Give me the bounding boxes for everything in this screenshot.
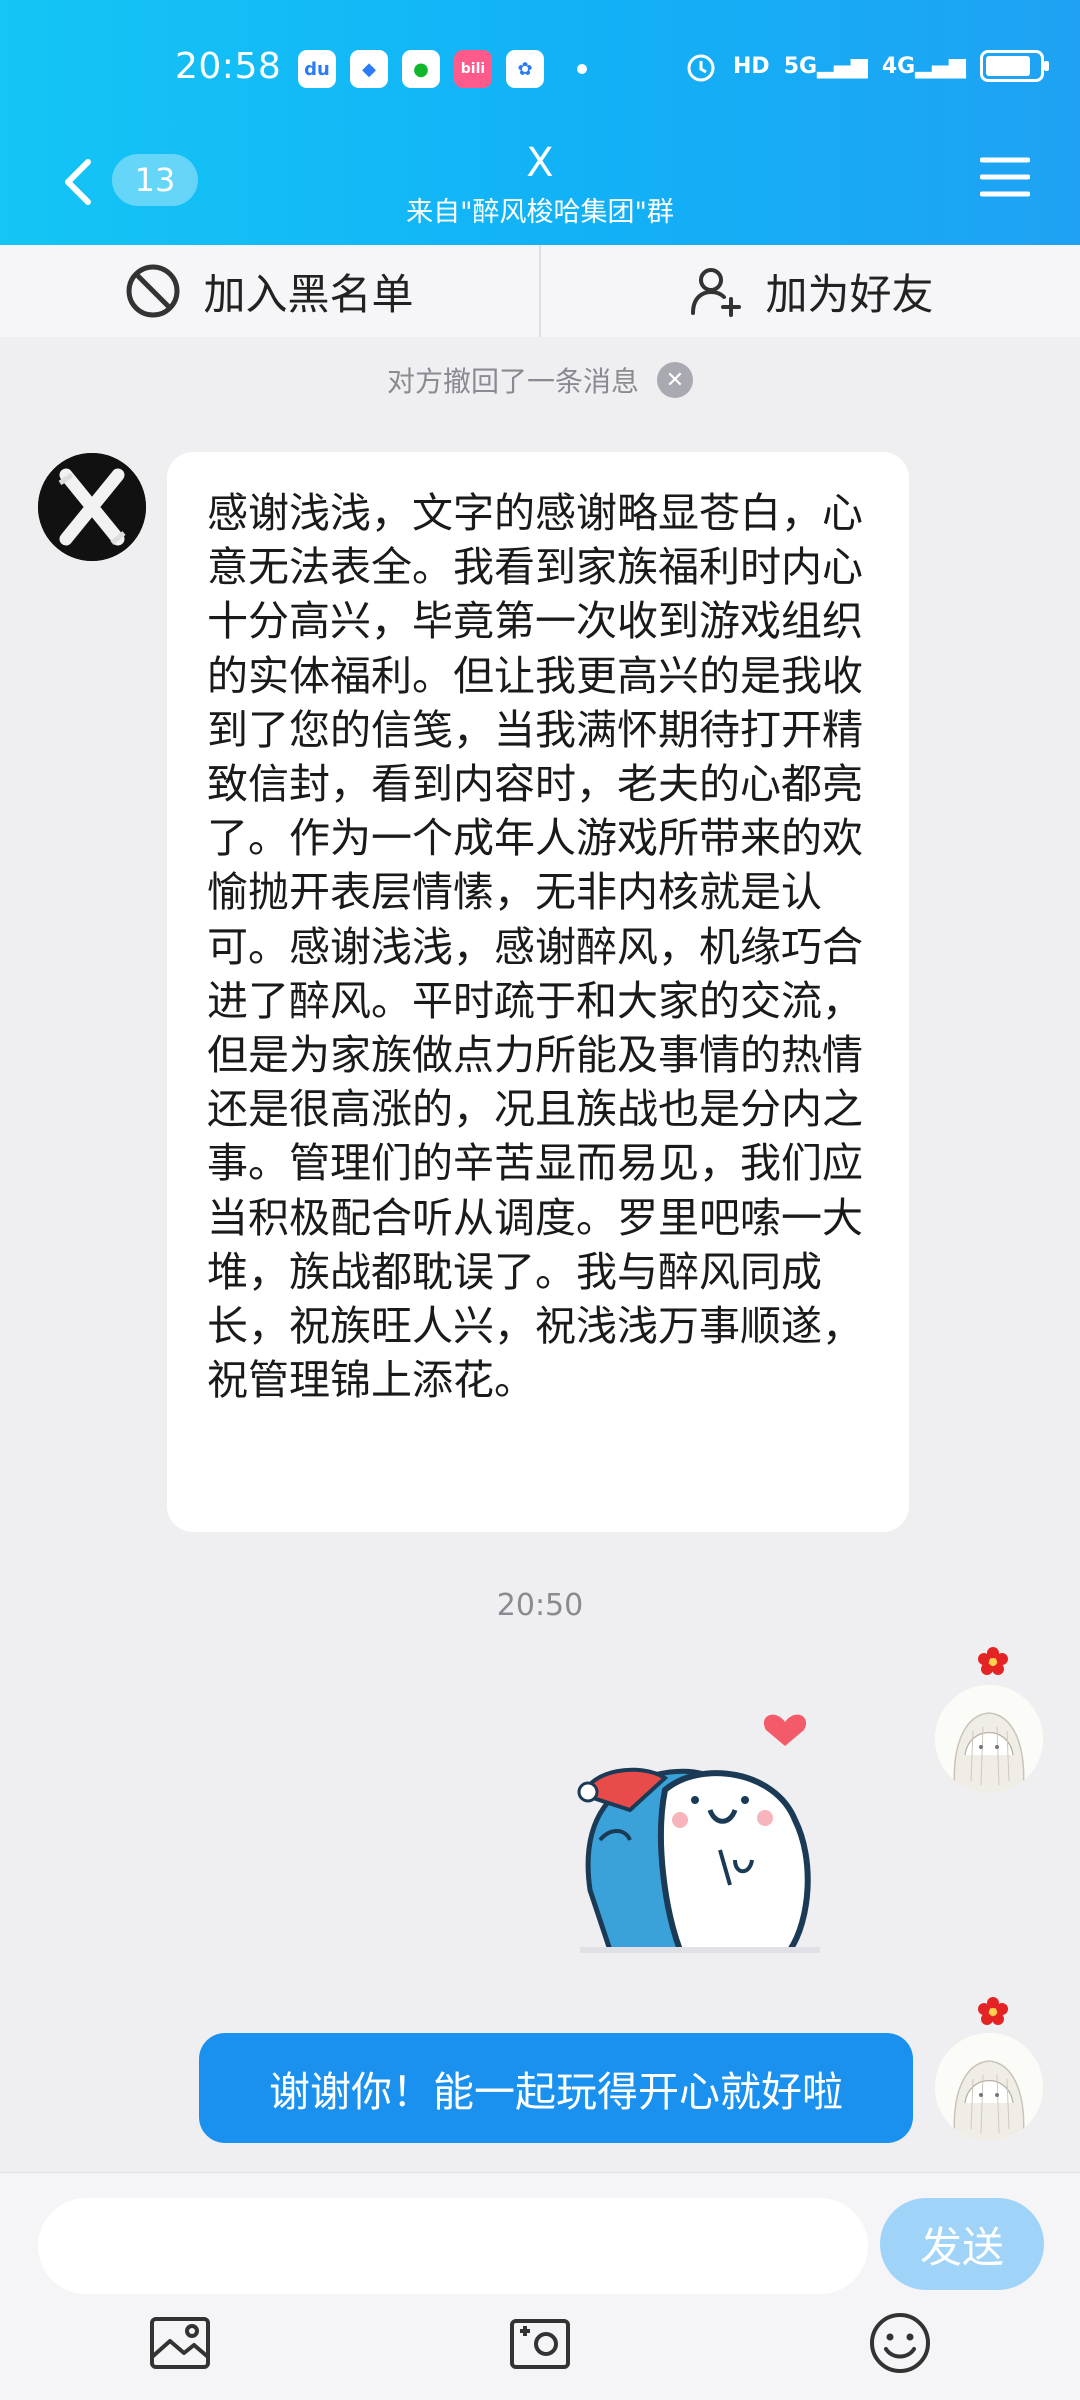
4g-label: 4G	[881, 53, 916, 79]
input-bar: 发送	[0, 2172, 1080, 2400]
my-avatar[interactable]	[935, 2033, 1043, 2141]
add-user-icon	[691, 268, 742, 317]
system-icons: HD 5G ▂▄▆ 4G ▂▄▆	[683, 48, 1049, 84]
baidu-icon: du	[298, 50, 336, 88]
recall-text: 对方撤回了一条消息	[386, 365, 639, 398]
4g-signal-icon: 4G ▂▄▆	[881, 53, 966, 79]
android-icon: ◆	[350, 50, 388, 88]
close-icon[interactable]: ✕	[657, 362, 693, 398]
outgoing-message-text: 谢谢你！能一起玩得开心就好啦	[269, 2068, 843, 2116]
chat-title: X	[526, 140, 554, 186]
notification-icons: du ◆ ● bili ✿	[298, 50, 544, 88]
bilibili-icon: bili	[454, 50, 492, 88]
battery-icon	[979, 50, 1049, 82]
camera-icon[interactable]	[508, 2311, 572, 2375]
message-input[interactable]	[38, 2198, 868, 2294]
sender-avatar[interactable]	[38, 453, 146, 561]
block-icon	[126, 264, 180, 318]
stranger-action-bar: 加入黑名单 加为好友	[0, 245, 1080, 337]
outgoing-message-bubble[interactable]: 谢谢你！能一起玩得开心就好啦	[199, 2033, 913, 2143]
blacklist-button[interactable]: 加入黑名单	[0, 245, 539, 337]
status-time: 20:58	[175, 46, 282, 87]
anime-girl-avatar-icon	[935, 1685, 1043, 1793]
send-button[interactable]: 发送	[880, 2198, 1044, 2290]
5g-signal-icon: 5G ▂▄▆	[783, 53, 868, 79]
anime-girl-avatar-icon	[935, 2033, 1043, 2141]
blacklist-label: 加入黑名单	[203, 269, 414, 319]
add-friend-label: 加为好友	[765, 269, 934, 319]
flower-decoration-icon	[978, 1997, 1008, 2025]
add-friend-button[interactable]: 加为好友	[539, 245, 1080, 337]
flower-decoration-icon	[978, 1647, 1008, 1675]
menu-icon[interactable]	[980, 152, 1030, 202]
x-logo-icon	[38, 453, 146, 561]
bunny-hug-sticker[interactable]	[570, 1700, 890, 1970]
app-icon: ✿	[506, 50, 544, 88]
5g-label: 5G	[783, 53, 818, 79]
image-icon[interactable]	[148, 2311, 212, 2375]
alarm-icon	[687, 54, 715, 82]
chat-subtitle: 来自"醉风梭哈集团"群	[406, 197, 674, 228]
incoming-message-text: 感谢浅浅，文字的感谢略显苍白，心意无法表全。我看到家族福利时内心十分高兴，毕竟第…	[207, 489, 863, 1405]
incoming-message-bubble[interactable]: 感谢浅浅，文字的感谢略显苍白，心意无法表全。我看到家族福利时内心十分高兴，毕竟第…	[167, 452, 909, 1532]
status-bar: 20:58 du ◆ ● bili ✿ HD 5G ▂▄▆ 4G ▂▄▆	[0, 0, 1080, 140]
hd-icon: HD	[733, 53, 770, 79]
emoji-icon[interactable]	[868, 2311, 932, 2375]
header: 20:58 du ◆ ● bili ✿ HD 5G ▂▄▆ 4G ▂▄▆ 13 X …	[0, 0, 1080, 245]
more-dot-icon	[577, 64, 587, 74]
my-avatar[interactable]	[935, 1685, 1043, 1793]
recall-notice: 对方撤回了一条消息 ✕	[0, 358, 1080, 402]
wechat-icon: ●	[402, 50, 440, 88]
message-timestamp: 20:50	[496, 1588, 584, 1623]
title-bar: 13 X 来自"醉风梭哈集团"群	[0, 140, 1080, 245]
